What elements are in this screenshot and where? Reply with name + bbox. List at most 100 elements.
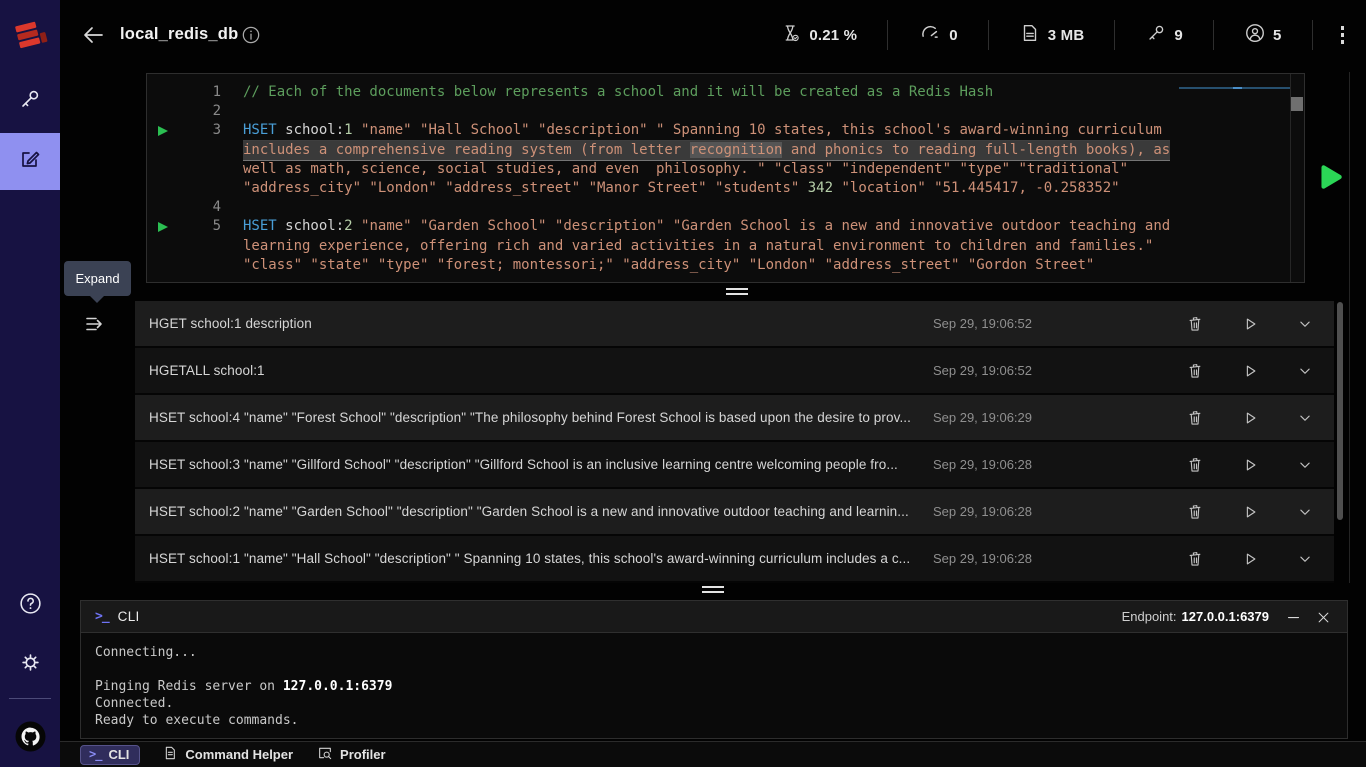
memory-card-icon <box>1019 22 1041 49</box>
expand-tooltip-caret <box>89 295 105 303</box>
database-title: local_redis_db <box>120 25 238 44</box>
cli-console-line: Ready to execute commands. <box>95 712 1333 729</box>
line-number <box>177 160 221 179</box>
run-all-button[interactable] <box>1314 161 1346 193</box>
delete-command-button[interactable] <box>1186 362 1204 380</box>
code-line: includes a comprehensive reading system … <box>147 141 1304 160</box>
cli-resize-handle[interactable] <box>702 586 724 594</box>
history-row[interactable]: HSET school:2 "name" "Garden School" "de… <box>135 489 1334 536</box>
run-command-button[interactable] <box>1241 550 1259 568</box>
top-header: local_redis_db 0.21 % <box>60 0 1366 70</box>
editor-scrollbar[interactable] <box>1290 74 1304 282</box>
chevron-down-icon <box>1296 550 1314 568</box>
sidebar-item-settings[interactable] <box>0 636 60 693</box>
history-scrollbar-thumb[interactable] <box>1337 302 1343 520</box>
stat-cpu: 0.21 % <box>751 22 887 49</box>
line-number: 1 <box>177 83 221 102</box>
history-row[interactable]: HGETALL school:1 Sep 29, 19:06:52 <box>135 348 1334 395</box>
run-command-button[interactable] <box>1241 456 1259 474</box>
delete-command-button[interactable] <box>1186 315 1204 333</box>
tab-command-helper[interactable]: Command Helper <box>162 745 293 764</box>
tab-profiler[interactable]: Profiler <box>317 745 386 764</box>
cli-output[interactable]: Connecting... Pinging Redis server on 127… <box>80 633 1348 739</box>
history-row[interactable]: HSET school:3 "name" "Gillford School" "… <box>135 442 1334 489</box>
history-row-actions <box>1186 409 1314 427</box>
gear-icon <box>18 650 43 680</box>
run-command-button[interactable] <box>1241 315 1259 333</box>
redis-logo-icon <box>10 13 50 57</box>
play-outline-icon <box>1241 456 1259 474</box>
delete-command-button[interactable] <box>1186 456 1204 474</box>
editor-scrollbar-thumb[interactable] <box>1291 97 1303 111</box>
tab-command-helper-label: Command Helper <box>185 747 293 762</box>
sidebar-item-browser[interactable] <box>0 73 60 130</box>
app-window: local_redis_db 0.21 % <box>0 0 1366 767</box>
minimize-icon[interactable] <box>1286 610 1301 625</box>
expand-command-button[interactable] <box>1296 550 1314 568</box>
history-row[interactable]: HGET school:1 description Sep 29, 19:06:… <box>135 301 1334 348</box>
cli-console-line: Connecting... <box>95 644 1333 661</box>
sidebar-item-workbench[interactable] <box>0 133 60 190</box>
code-line: learning experience, offering rich and v… <box>147 237 1304 256</box>
editor-lines: 1// Each of the documents below represen… <box>147 83 1304 275</box>
tab-cli[interactable]: >_ CLI <box>80 745 140 765</box>
expand-icon <box>83 324 107 339</box>
redis-logo[interactable] <box>9 12 51 58</box>
stat-keys: 9 <box>1115 22 1213 49</box>
workbench-editor[interactable]: 1// Each of the documents below represen… <box>146 73 1305 283</box>
clients-value: 5 <box>1273 27 1282 44</box>
expand-command-button[interactable] <box>1296 409 1314 427</box>
history-timestamp: Sep 29, 19:06:52 <box>933 363 1032 378</box>
delete-command-button[interactable] <box>1186 550 1204 568</box>
run-command-button[interactable] <box>1241 503 1259 521</box>
history-row[interactable]: HSET school:1 "name" "Hall School" "desc… <box>135 536 1334 583</box>
delete-command-button[interactable] <box>1186 503 1204 521</box>
memory-value: 3 MB <box>1048 27 1085 44</box>
code-line: 5HSET school:2 "name" "Garden School" "d… <box>147 217 1304 236</box>
history-timestamp: Sep 29, 19:06:28 <box>933 551 1032 566</box>
code-line: "class" "state" "type" "forest; montesso… <box>147 256 1304 275</box>
chevron-down-icon <box>1296 409 1314 427</box>
chevron-down-icon <box>1296 362 1314 380</box>
history-command: HGET school:1 description <box>149 316 312 331</box>
history-row-actions <box>1186 550 1314 568</box>
terminal-prompt-icon: >_ <box>89 747 101 761</box>
run-command-button[interactable] <box>1241 362 1259 380</box>
kebab-menu-icon[interactable] <box>1313 26 1353 44</box>
gauge-icon <box>918 22 942 49</box>
history-command: HSET school:3 "name" "Gillford School" "… <box>149 457 898 472</box>
code-line: 2 <box>147 102 1304 121</box>
delete-command-button[interactable] <box>1186 409 1204 427</box>
run-command-button[interactable] <box>1241 409 1259 427</box>
expand-command-button[interactable] <box>1296 315 1314 333</box>
play-outline-icon <box>1241 362 1259 380</box>
code-line: 4 <box>147 198 1304 217</box>
expand-command-button[interactable] <box>1296 503 1314 521</box>
close-icon[interactable] <box>1316 610 1331 625</box>
history-row[interactable]: HSET school:4 "name" "Forest School" "de… <box>135 395 1334 442</box>
history-command: HSET school:2 "name" "Garden School" "de… <box>149 504 909 519</box>
expand-command-button[interactable] <box>1296 456 1314 474</box>
run-line-icon[interactable] <box>158 126 168 136</box>
sidebar-item-help[interactable] <box>0 577 60 634</box>
editor-resize-handle[interactable] <box>726 288 748 296</box>
back-arrow-icon[interactable] <box>82 24 106 46</box>
history-row-actions <box>1186 503 1314 521</box>
cli-endpoint-label: Endpoint: <box>1122 609 1177 624</box>
play-outline-icon <box>1241 315 1259 333</box>
expand-tooltip-label: Expand <box>75 271 119 286</box>
terminal-prompt-icon: >_ <box>95 609 109 624</box>
history-row-actions <box>1186 315 1314 333</box>
run-line-icon[interactable] <box>158 222 168 232</box>
trash-icon <box>1186 362 1204 380</box>
expand-command-button[interactable] <box>1296 362 1314 380</box>
line-number <box>177 256 221 275</box>
trash-icon <box>1186 550 1204 568</box>
sidebar-item-github[interactable] <box>0 710 60 767</box>
stat-clients: 5 <box>1214 22 1312 49</box>
expand-history-button[interactable] <box>82 312 108 338</box>
info-circle-icon[interactable] <box>241 25 261 45</box>
cli-console-line <box>95 661 1333 678</box>
help-circle-icon <box>18 591 43 621</box>
cli-console-line: Pinging Redis server on 127.0.0.1:6379 <box>95 678 1333 695</box>
